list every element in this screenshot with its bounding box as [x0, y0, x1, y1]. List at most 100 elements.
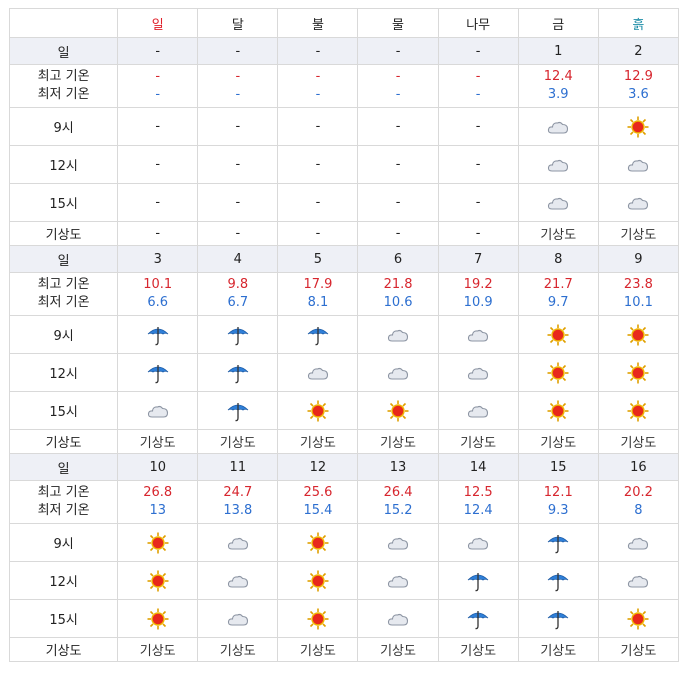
weather-row-t9: 9시 - - - - -	[8, 107, 680, 146]
weather-cell	[437, 599, 519, 638]
sun-icon	[386, 399, 410, 423]
weather-map-link[interactable]: 기상도	[117, 429, 199, 454]
high-temp-value: 24.7	[223, 485, 253, 500]
empty-value: -	[155, 157, 161, 172]
weather-row-label: 12시	[8, 353, 119, 392]
low-temp-label: 최저 기온	[37, 87, 90, 102]
umbrella-icon	[226, 323, 250, 347]
empty-value: -	[475, 119, 481, 134]
temperature-cell: 24.7 13.8	[197, 480, 279, 524]
weather-cell	[517, 183, 599, 222]
weather-cell	[597, 315, 680, 354]
low-temp-value: 6.7	[227, 295, 249, 310]
temperature-cell: 23.8 10.1	[597, 272, 680, 316]
cloud-icon	[546, 153, 570, 177]
weather-cell: -	[357, 145, 439, 184]
weather-map-link[interactable]: 기상도	[277, 637, 359, 662]
weather-cell	[517, 315, 599, 354]
weather-map-link[interactable]: 기상도	[517, 221, 599, 246]
weather-row-t12: 12시	[8, 561, 680, 600]
sun-icon	[546, 361, 570, 385]
date-row: 일 10 11 12 13 14 15 16	[8, 453, 680, 481]
high-temp-value: 17.9	[303, 277, 333, 292]
weather-cell	[357, 561, 439, 600]
weather-row-t12: 12시	[8, 353, 680, 392]
weather-cell: -	[277, 145, 359, 184]
weather-cell	[437, 315, 519, 354]
weather-map-empty: -	[437, 221, 519, 246]
weather-cell: -	[437, 183, 519, 222]
cloud-icon	[626, 191, 650, 215]
weather-row-t9: 9시	[8, 315, 680, 354]
high-temp-value: -	[475, 69, 481, 84]
high-temp-value: 20.2	[623, 485, 653, 500]
date-cell: 14	[437, 453, 519, 481]
weather-map-row: 기상도 기상도 기상도 기상도 기상도 기상도 기상도 기상도	[8, 429, 680, 454]
weather-map-row-label: 기상도	[8, 221, 119, 246]
weather-map-link[interactable]: 기상도	[597, 637, 680, 662]
high-temp-value: 12.4	[543, 69, 573, 84]
temperature-cell: 12.1 9.3	[517, 480, 599, 524]
weather-map-row: 기상도 기상도 기상도 기상도 기상도 기상도 기상도 기상도	[8, 637, 680, 662]
low-temp-label: 최저 기온	[37, 503, 90, 518]
weather-map-link[interactable]: 기상도	[597, 221, 680, 246]
weather-cell	[197, 315, 279, 354]
weather-map-link[interactable]: 기상도	[517, 637, 599, 662]
high-temp-value: 26.4	[383, 485, 413, 500]
weather-row-label: 15시	[8, 599, 119, 638]
umbrella-icon	[306, 323, 330, 347]
low-temp-value: -	[475, 87, 481, 102]
weather-map-link[interactable]: 기상도	[597, 429, 680, 454]
low-temp-value: 6.6	[147, 295, 169, 310]
sun-icon	[546, 323, 570, 347]
cloud-icon	[466, 399, 490, 423]
weather-cell	[437, 561, 519, 600]
cloud-icon	[226, 569, 250, 593]
date-cell: 8	[517, 245, 599, 273]
low-temp-value: 12.4	[463, 503, 493, 518]
empty-value: -	[395, 119, 401, 134]
weather-map-link[interactable]: 기상도	[357, 429, 439, 454]
low-temp-value: 9.3	[547, 503, 569, 518]
low-temp-value: 8	[634, 503, 643, 518]
cloud-icon	[386, 361, 410, 385]
weather-map-link[interactable]: 기상도	[437, 429, 519, 454]
weather-row-label: 9시	[8, 107, 119, 146]
cloud-icon	[626, 153, 650, 177]
weather-row-label: 9시	[8, 315, 119, 354]
low-temp-value: 13	[149, 503, 166, 518]
weather-map-row: 기상도 - - - - - 기상도 기상도	[8, 221, 680, 246]
weather-cell	[277, 599, 359, 638]
weather-cell: -	[197, 183, 279, 222]
sun-icon	[626, 323, 650, 347]
low-temp-value: -	[155, 87, 161, 102]
high-temp-value: 9.8	[227, 277, 249, 292]
cloud-icon	[466, 531, 490, 555]
weather-map-link[interactable]: 기상도	[357, 637, 439, 662]
weather-cell	[197, 561, 279, 600]
weather-cell	[597, 561, 680, 600]
cloud-icon	[546, 115, 570, 139]
weather-cell	[277, 523, 359, 562]
temperature-row-label: 최고 기온 최저 기온	[8, 64, 119, 108]
temperature-row: 최고 기온 최저 기온 26.8 13 24.7 13.8 25.6 15.4 26.4 15.2…	[8, 480, 680, 524]
weather-map-link[interactable]: 기상도	[517, 429, 599, 454]
weather-map-link[interactable]: 기상도	[117, 637, 199, 662]
high-temp-value: 21.8	[383, 277, 413, 292]
empty-value: -	[395, 195, 401, 210]
weather-map-link[interactable]: 기상도	[277, 429, 359, 454]
weather-cell	[437, 391, 519, 430]
weather-map-link[interactable]: 기상도	[437, 637, 519, 662]
weather-map-link[interactable]: 기상도	[197, 637, 279, 662]
weather-cell	[517, 107, 599, 146]
weekday-header-2: 불	[277, 8, 359, 38]
header-corner	[8, 8, 119, 38]
weather-cell	[597, 183, 680, 222]
low-temp-value: 10.9	[463, 295, 493, 310]
temperature-cell: 12.4 3.9	[517, 64, 599, 108]
temperature-row-label: 최고 기온 최저 기온	[8, 480, 119, 524]
low-temp-value: 15.4	[303, 503, 333, 518]
weather-map-link[interactable]: 기상도	[197, 429, 279, 454]
weather-cell	[277, 353, 359, 392]
weather-cell: -	[437, 107, 519, 146]
